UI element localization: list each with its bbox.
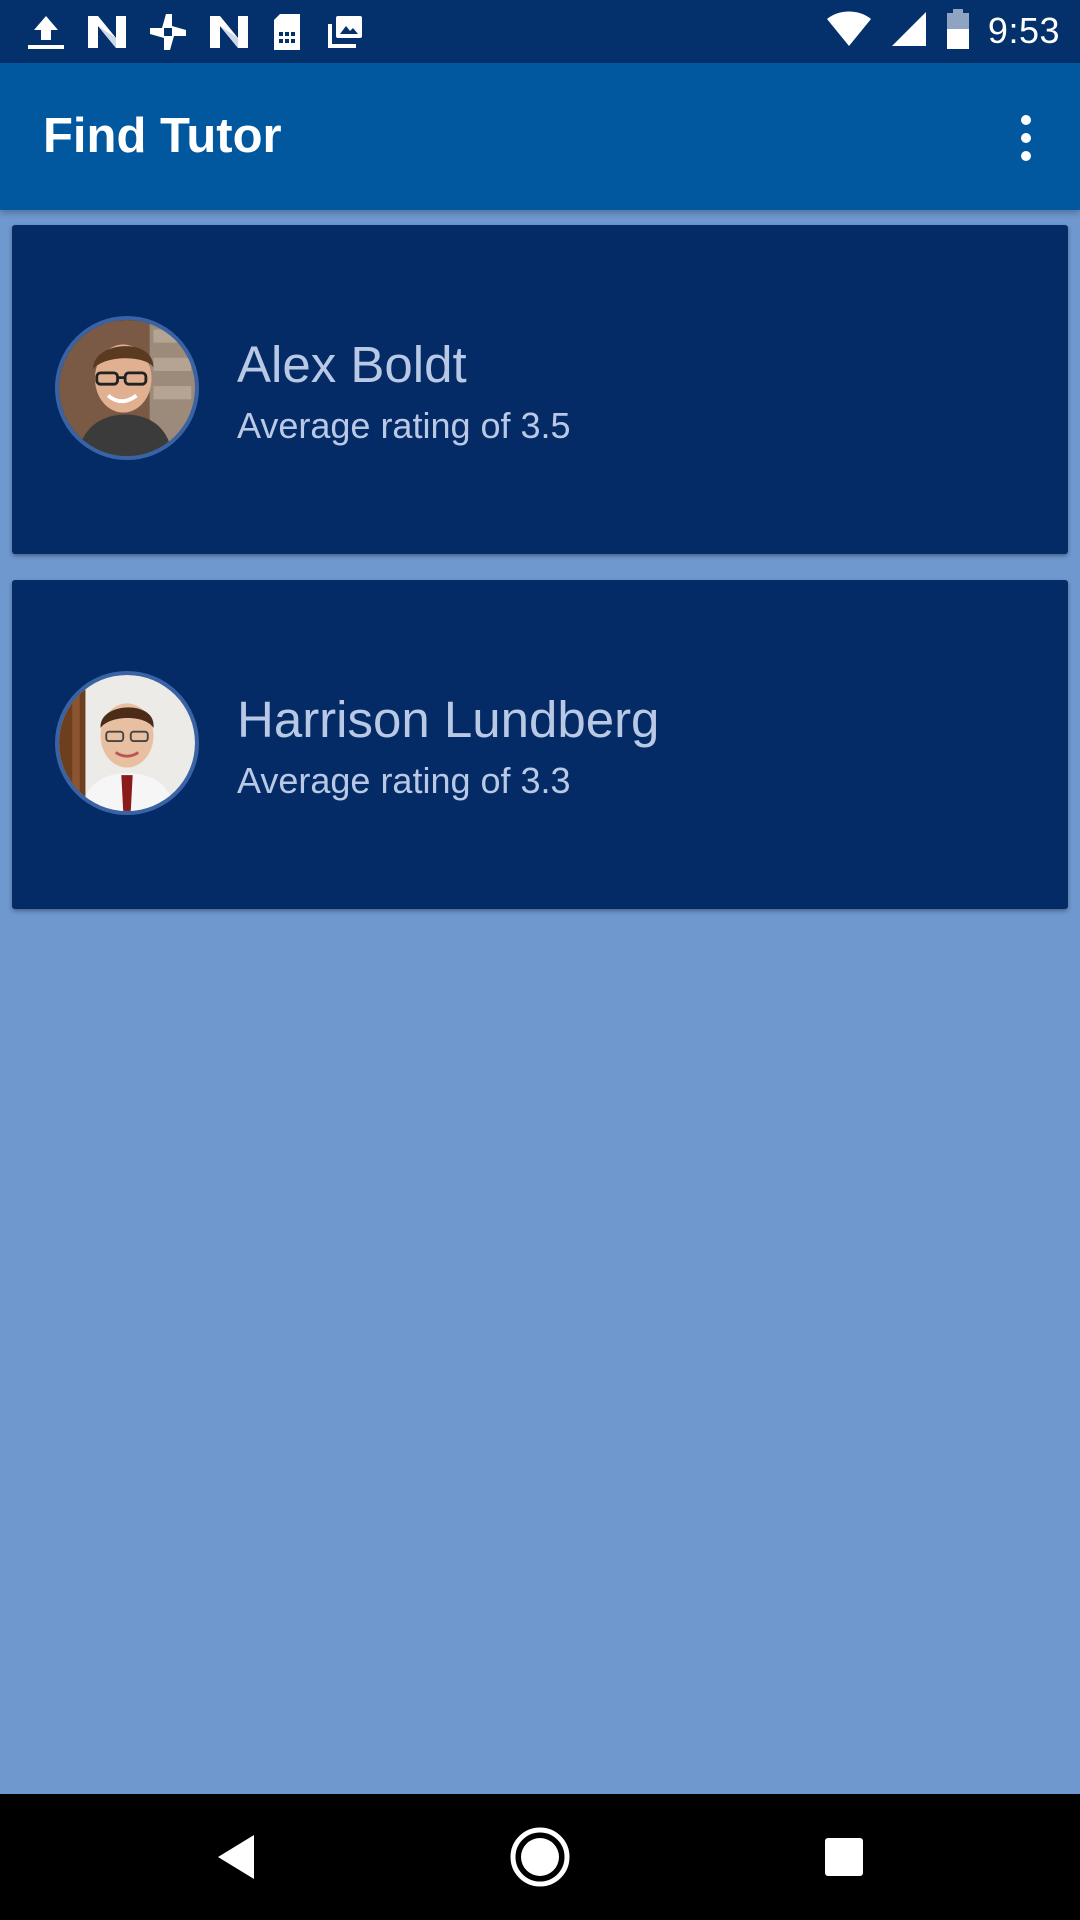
avatar — [55, 671, 199, 815]
sim-card-icon — [270, 12, 304, 52]
tutor-name: Harrison Lundberg — [237, 691, 660, 748]
n-app-icon — [86, 12, 128, 52]
avatar — [55, 316, 199, 460]
avatar-photo — [59, 675, 195, 811]
menu-dot — [1021, 133, 1031, 143]
tutor-list: Alex Boldt Average rating of 3.5 Harriso… — [12, 225, 1068, 935]
clock: 9:53 — [987, 10, 1060, 51]
tutor-rating: Average rating of 3.5 — [237, 405, 571, 446]
menu-dot — [1021, 115, 1031, 125]
tutor-card-harrison-lundberg[interactable]: Harrison Lundberg Average rating of 3.3 — [12, 580, 1068, 909]
avatar-photo — [59, 320, 195, 456]
tutor-rating: Average rating of 3.3 — [237, 760, 571, 801]
tutor-name: Alex Boldt — [237, 336, 467, 393]
more-vert-icon[interactable] — [996, 103, 1056, 173]
pinwheel-icon — [148, 12, 188, 52]
photo-stack-icon — [324, 12, 366, 52]
notification-icons — [26, 10, 366, 54]
app-bar: Find Tutor — [0, 63, 1080, 210]
status-bar: 9:53 — [0, 0, 1080, 63]
navigation-bar — [0, 1794, 1080, 1920]
wifi-icon — [826, 10, 872, 53]
page-title: Find Tutor — [43, 109, 282, 163]
cell-signal-icon — [890, 10, 928, 53]
back-icon[interactable] — [196, 1817, 276, 1897]
recents-icon[interactable] — [804, 1817, 884, 1897]
upload-icon — [26, 12, 66, 52]
system-status-icons: 9:53 — [826, 6, 1060, 56]
menu-dot — [1021, 151, 1031, 161]
battery-icon — [946, 8, 970, 54]
tutor-card-alex-boldt[interactable]: Alex Boldt Average rating of 3.5 — [12, 225, 1068, 554]
home-icon[interactable] — [500, 1817, 580, 1897]
n-app-icon — [208, 12, 250, 52]
